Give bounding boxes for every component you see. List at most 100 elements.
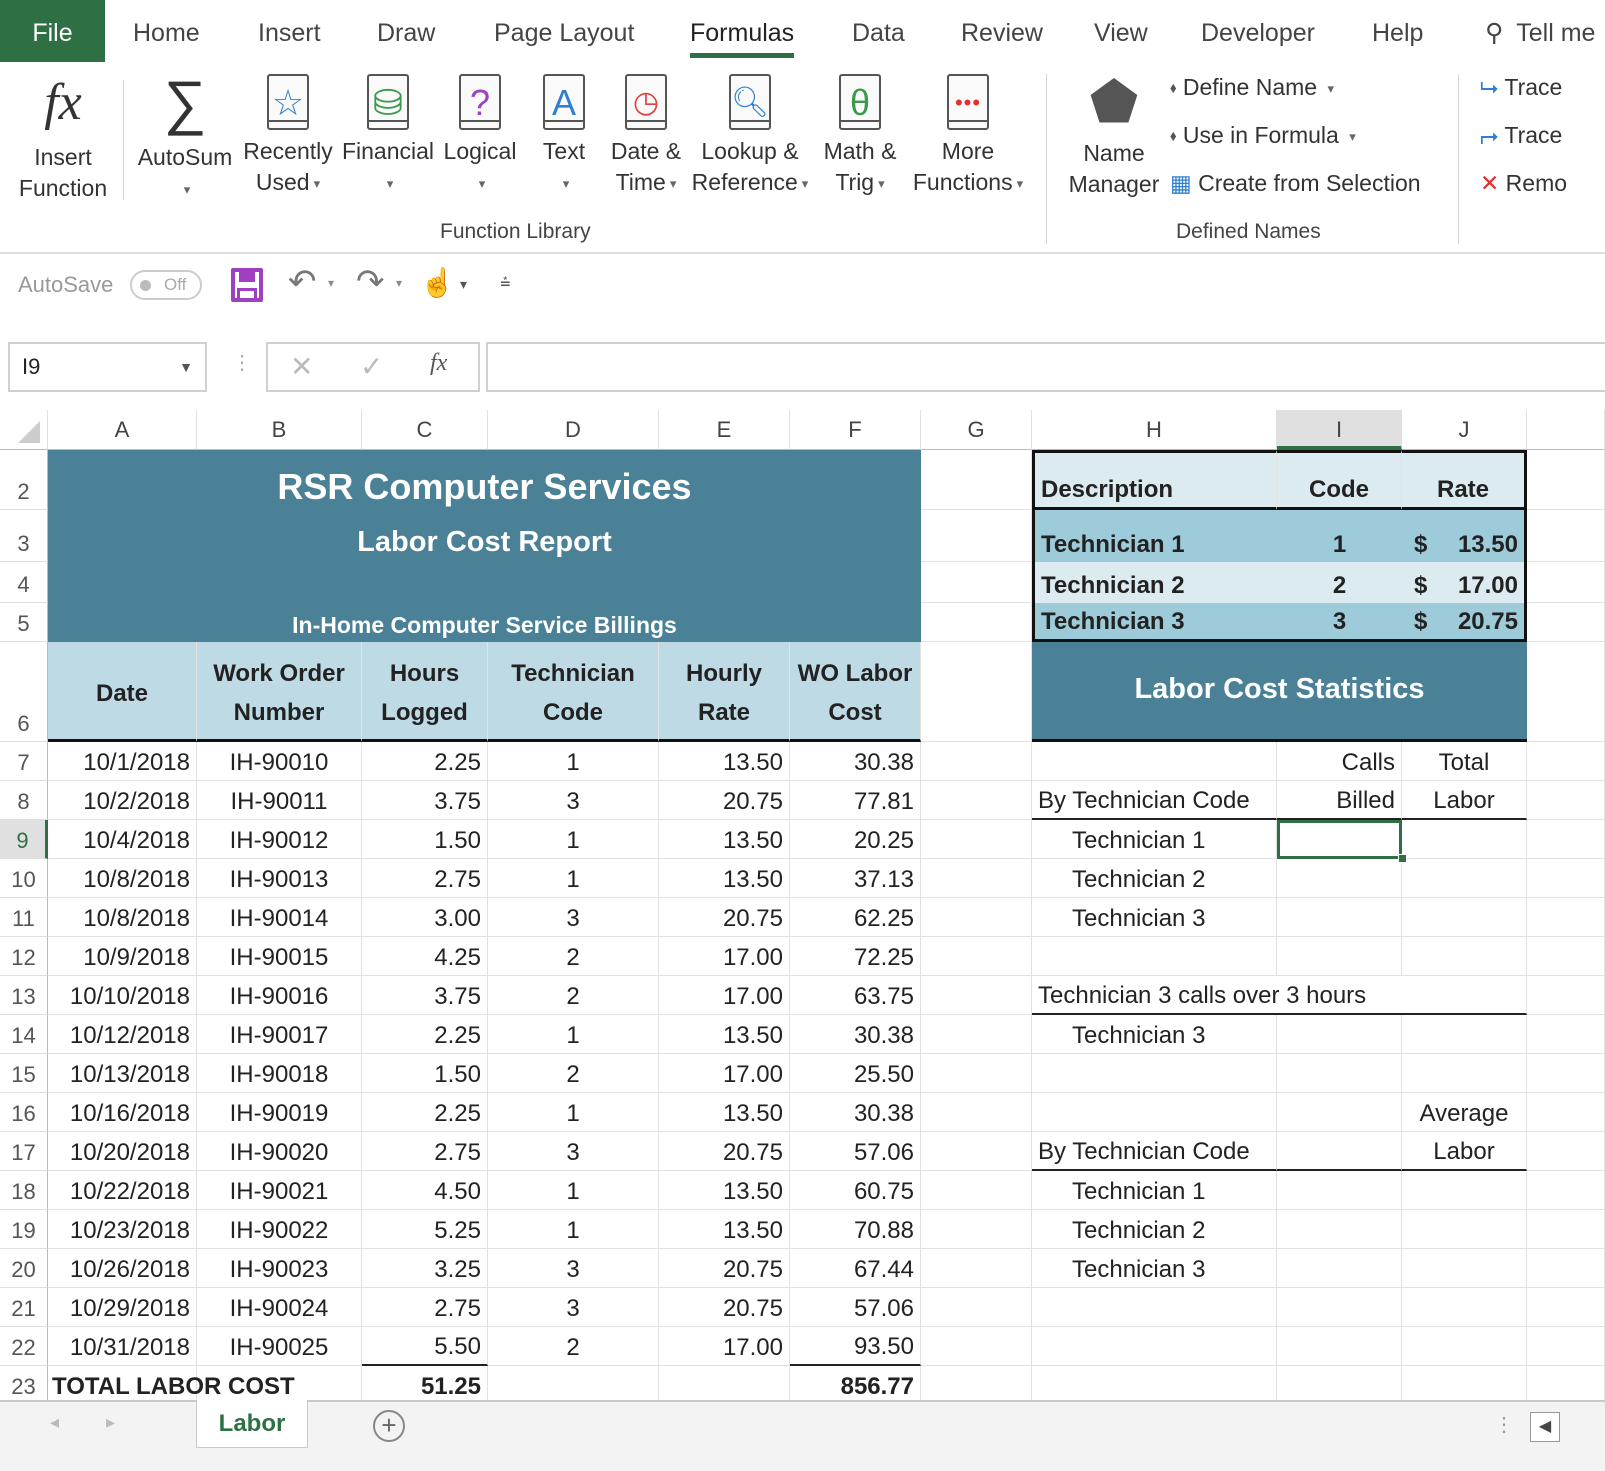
labor-cost-cell[interactable]: 70.88 bbox=[790, 1210, 921, 1249]
empty-cell[interactable] bbox=[921, 1327, 1032, 1366]
empty-cell[interactable] bbox=[1527, 1171, 1605, 1210]
rate-rate-header[interactable]: Rate bbox=[1402, 450, 1527, 510]
column-header-j[interactable]: J bbox=[1402, 410, 1527, 450]
work-order-cell[interactable]: IH-90018 bbox=[197, 1054, 362, 1093]
rate-cell[interactable]: 13.50 bbox=[659, 1015, 790, 1054]
enter-check-icon[interactable]: ✓ bbox=[360, 350, 383, 383]
work-order-cell[interactable]: IH-90025 bbox=[197, 1327, 362, 1366]
hours-cell[interactable]: 2.25 bbox=[362, 742, 488, 781]
empty-cell[interactable] bbox=[1277, 1132, 1402, 1171]
empty-cell[interactable] bbox=[1277, 859, 1402, 898]
hours-cell[interactable]: 2.25 bbox=[362, 1093, 488, 1132]
empty-cell[interactable] bbox=[1402, 1054, 1527, 1093]
row-header-12[interactable]: 12 bbox=[0, 937, 48, 976]
row-header-16[interactable]: 16 bbox=[0, 1093, 48, 1132]
hours-cell[interactable]: 3.00 bbox=[362, 898, 488, 937]
work-order-cell[interactable]: IH-90012 bbox=[197, 820, 362, 859]
rate-code[interactable]: 1 bbox=[1277, 510, 1402, 562]
rate-description[interactable]: Technician 1 bbox=[1032, 510, 1277, 562]
column-header-e[interactable]: E bbox=[659, 410, 790, 450]
date-cell[interactable]: 10/10/2018 bbox=[48, 976, 197, 1015]
redo-dropdown-icon[interactable]: ▾ bbox=[396, 276, 402, 290]
stats-technician-label[interactable]: Technician 1 bbox=[1032, 820, 1277, 859]
hours-cell[interactable]: 1.50 bbox=[362, 820, 488, 859]
logical-button[interactable]: ? Logical ▾ bbox=[440, 66, 520, 199]
empty-cell[interactable] bbox=[1402, 1249, 1527, 1288]
date-cell[interactable]: 10/2/2018 bbox=[48, 781, 197, 820]
date-cell[interactable]: 10/26/2018 bbox=[48, 1249, 197, 1288]
empty-cell[interactable] bbox=[1527, 450, 1605, 510]
row-header-7[interactable]: 7 bbox=[0, 742, 48, 781]
labor-cost-cell[interactable]: 93.50 bbox=[790, 1327, 921, 1366]
rate-cell[interactable]: 20.75 bbox=[659, 1132, 790, 1171]
empty-cell[interactable] bbox=[1032, 1093, 1277, 1132]
work-order-cell[interactable]: IH-90014 bbox=[197, 898, 362, 937]
over-3-hours-technician[interactable]: Technician 3 bbox=[1032, 1015, 1277, 1054]
labor-cost-cell[interactable]: 67.44 bbox=[790, 1249, 921, 1288]
column-header-g[interactable]: G bbox=[921, 410, 1032, 450]
empty-cell[interactable] bbox=[921, 859, 1032, 898]
work-order-cell[interactable]: IH-90010 bbox=[197, 742, 362, 781]
labor-cost-cell[interactable]: 77.81 bbox=[790, 781, 921, 820]
empty-cell[interactable] bbox=[1402, 1288, 1527, 1327]
date-cell[interactable]: 10/23/2018 bbox=[48, 1210, 197, 1249]
row-header-2[interactable]: 2 bbox=[0, 450, 48, 510]
empty-cell[interactable] bbox=[921, 642, 1032, 742]
hours-cell[interactable]: 5.25 bbox=[362, 1210, 488, 1249]
work-order-cell[interactable]: IH-90015 bbox=[197, 937, 362, 976]
empty-cell[interactable] bbox=[1527, 1249, 1605, 1288]
empty-cell[interactable] bbox=[1527, 937, 1605, 976]
empty-cell[interactable] bbox=[1402, 1210, 1527, 1249]
empty-cell[interactable] bbox=[1032, 937, 1277, 976]
rate-description[interactable]: Technician 2 bbox=[1032, 562, 1277, 603]
report-column-header-0[interactable]: Date bbox=[48, 642, 197, 742]
empty-cell[interactable] bbox=[1032, 1054, 1277, 1093]
avg-technician-label[interactable]: Technician 1 bbox=[1032, 1171, 1277, 1210]
labor-cost-cell[interactable]: 30.38 bbox=[790, 1093, 921, 1132]
row-header-23[interactable]: 23 bbox=[0, 1366, 48, 1400]
row-header-10[interactable]: 10 bbox=[0, 859, 48, 898]
empty-cell[interactable] bbox=[1527, 976, 1605, 1015]
empty-cell[interactable] bbox=[1402, 820, 1527, 859]
total-label[interactable]: TOTAL LABOR COST bbox=[48, 1366, 362, 1400]
empty-cell[interactable] bbox=[1527, 742, 1605, 781]
labor-cost-cell[interactable]: 30.38 bbox=[790, 1015, 921, 1054]
tech-code-cell[interactable]: 1 bbox=[488, 1171, 659, 1210]
hours-cell[interactable]: 4.25 bbox=[362, 937, 488, 976]
empty-cell[interactable] bbox=[921, 603, 1032, 642]
empty-cell[interactable] bbox=[1527, 603, 1605, 642]
date-cell[interactable]: 10/1/2018 bbox=[48, 742, 197, 781]
row-header-3[interactable]: 3 bbox=[0, 510, 48, 562]
empty-cell[interactable] bbox=[921, 562, 1032, 603]
total-cost[interactable]: 856.77 bbox=[790, 1366, 921, 1400]
tech-code-cell[interactable]: 2 bbox=[488, 937, 659, 976]
by-technician-code-label-2[interactable]: By Technician Code bbox=[1032, 1132, 1277, 1171]
text-button[interactable]: A Text ▾ bbox=[528, 66, 600, 199]
horizontal-scroll-left-icon[interactable]: ◀ bbox=[1530, 1412, 1560, 1442]
report-title[interactable]: RSR Computer Services bbox=[48, 450, 921, 510]
labor-cost-cell[interactable]: 20.25 bbox=[790, 820, 921, 859]
tech-code-cell[interactable]: 1 bbox=[488, 1093, 659, 1132]
column-header-a[interactable]: A bbox=[48, 410, 197, 450]
empty-cell[interactable] bbox=[921, 1288, 1032, 1327]
work-order-cell[interactable]: IH-90016 bbox=[197, 976, 362, 1015]
name-manager-button[interactable]: ⬟ Name Manager bbox=[1064, 66, 1164, 200]
avg-technician-label[interactable]: Technician 2 bbox=[1032, 1210, 1277, 1249]
empty-cell[interactable] bbox=[921, 1132, 1032, 1171]
tech-code-cell[interactable]: 3 bbox=[488, 898, 659, 937]
labor-cost-cell[interactable]: 60.75 bbox=[790, 1171, 921, 1210]
tech-code-cell[interactable]: 2 bbox=[488, 1327, 659, 1366]
empty-cell[interactable] bbox=[1277, 1093, 1402, 1132]
empty-cell[interactable] bbox=[1527, 859, 1605, 898]
tech-code-cell[interactable]: 3 bbox=[488, 781, 659, 820]
hours-cell[interactable]: 2.75 bbox=[362, 1288, 488, 1327]
date-cell[interactable]: 10/12/2018 bbox=[48, 1015, 197, 1054]
stats-title[interactable]: Labor Cost Statistics bbox=[1032, 642, 1527, 742]
labor-cost-cell[interactable]: 63.75 bbox=[790, 976, 921, 1015]
hours-cell[interactable]: 3.25 bbox=[362, 1249, 488, 1288]
tech-code-cell[interactable]: 1 bbox=[488, 742, 659, 781]
report-column-header-4[interactable]: Hourly Rate bbox=[659, 642, 790, 742]
column-header-f[interactable]: F bbox=[790, 410, 921, 450]
hours-cell[interactable]: 3.75 bbox=[362, 781, 488, 820]
select-all-corner[interactable] bbox=[0, 410, 48, 450]
